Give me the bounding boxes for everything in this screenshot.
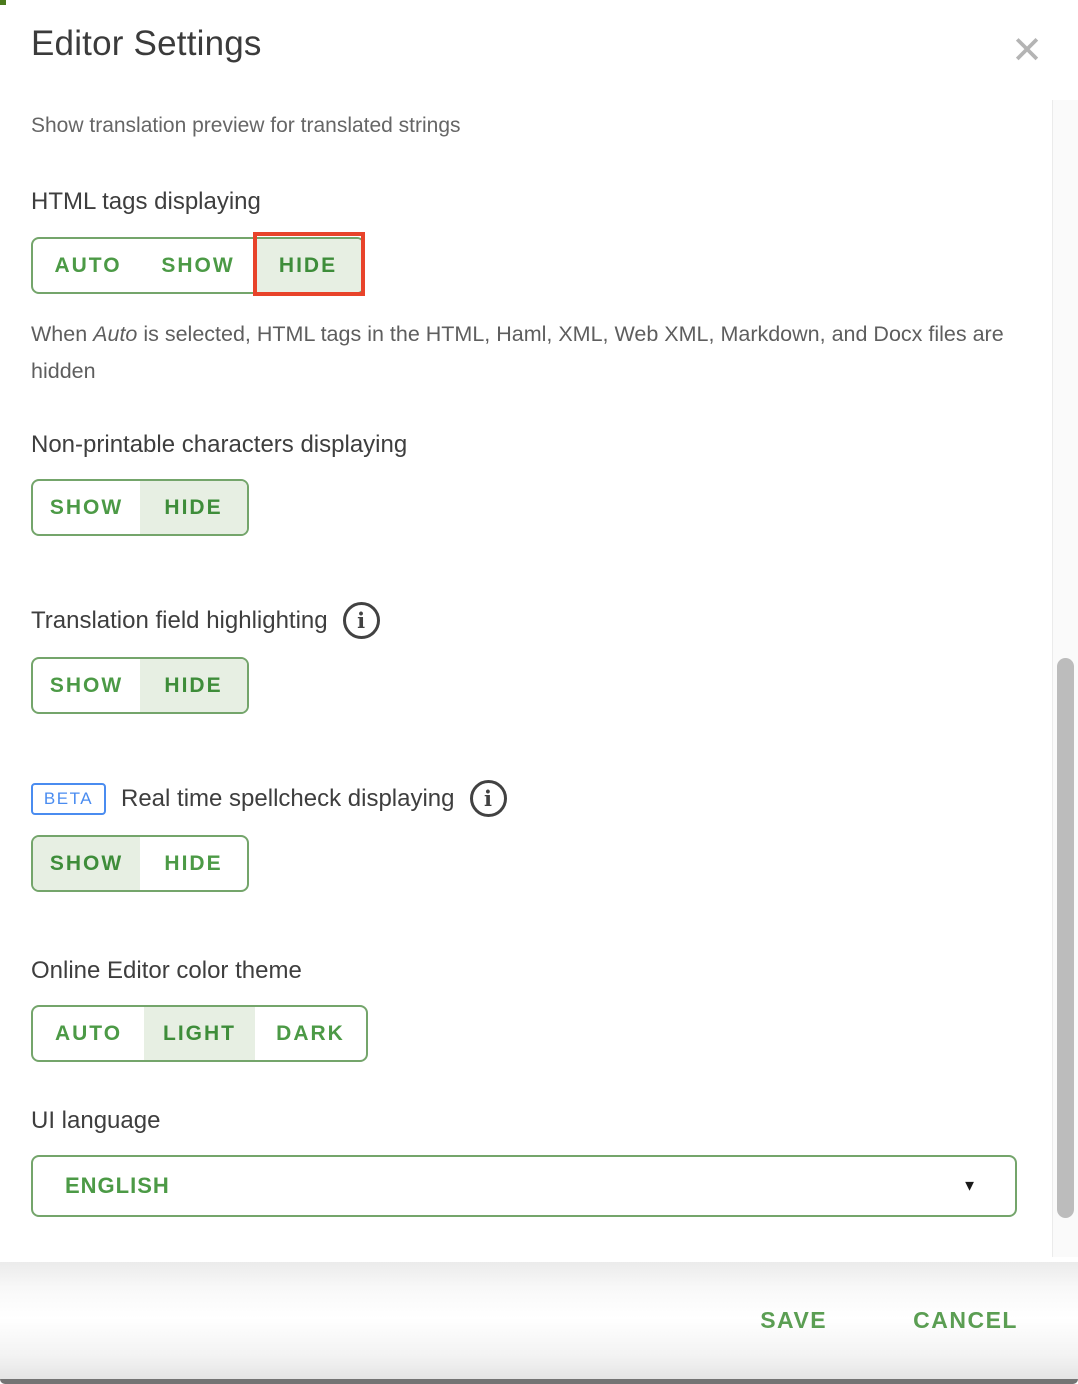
ui-language-dropdown[interactable]: ENGLISH ▼ <box>31 1155 1017 1217</box>
html-tags-help-text: When Auto is selected, HTML tags in the … <box>31 316 1016 390</box>
close-icon[interactable]: ✕ <box>1004 28 1050 74</box>
field-highlighting-label-row: Translation field highlighting i <box>31 602 380 639</box>
field-highlighting-option-show[interactable]: SHOW <box>33 659 140 712</box>
color-theme-option-light[interactable]: LIGHT <box>144 1007 255 1060</box>
spellcheck-info-icon[interactable]: i <box>470 780 507 817</box>
html-tags-label: HTML tags displaying <box>31 188 261 216</box>
spellcheck-option-show[interactable]: SHOW <box>33 837 140 890</box>
translation-preview-caption: Show translation preview for translated … <box>31 114 461 138</box>
dialog-bottom-edge <box>0 1379 1078 1384</box>
scrollbar-track[interactable] <box>1052 100 1078 1257</box>
html-tags-option-hide[interactable]: HIDE <box>253 239 363 292</box>
beta-badge: BETA <box>31 783 106 815</box>
spellcheck-segmented-control: SHOW HIDE <box>31 835 249 892</box>
non-printable-option-hide[interactable]: HIDE <box>140 481 247 534</box>
color-theme-option-dark[interactable]: DARK <box>255 1007 366 1060</box>
field-highlighting-label: Translation field highlighting <box>31 607 328 635</box>
non-printable-segmented-control: SHOW HIDE <box>31 479 249 536</box>
save-button[interactable]: SAVE <box>760 1307 827 1334</box>
non-printable-label: Non-printable characters displaying <box>31 431 407 459</box>
chevron-down-icon: ▼ <box>962 1178 977 1195</box>
html-tags-option-auto[interactable]: AUTO <box>33 239 143 292</box>
field-highlighting-segmented-control: SHOW HIDE <box>31 657 249 714</box>
help-text-prefix: When <box>31 322 93 346</box>
spellcheck-label-row: BETA Real time spellcheck displaying i <box>31 780 507 817</box>
dialog-footer: SAVE CANCEL <box>0 1262 1078 1379</box>
html-tags-option-show[interactable]: SHOW <box>143 239 253 292</box>
non-printable-option-show[interactable]: SHOW <box>33 481 140 534</box>
color-theme-option-auto[interactable]: AUTO <box>33 1007 144 1060</box>
screen-corner-artifact <box>0 0 6 5</box>
color-theme-segmented-control: AUTO LIGHT DARK <box>31 1005 368 1062</box>
field-highlighting-option-hide[interactable]: HIDE <box>140 659 247 712</box>
cancel-button[interactable]: CANCEL <box>913 1307 1018 1334</box>
spellcheck-label: Real time spellcheck displaying <box>121 785 455 813</box>
spellcheck-option-hide[interactable]: HIDE <box>140 837 247 890</box>
field-highlighting-info-icon[interactable]: i <box>343 602 380 639</box>
dialog-title: Editor Settings <box>31 24 262 64</box>
html-tags-segmented-control: AUTO SHOW HIDE <box>31 237 365 294</box>
editor-settings-dialog: Editor Settings ✕ Show translation previ… <box>0 0 1078 1384</box>
ui-language-value: ENGLISH <box>65 1173 170 1199</box>
scrollbar-thumb[interactable] <box>1057 658 1074 1218</box>
color-theme-label: Online Editor color theme <box>31 957 302 985</box>
ui-language-label: UI language <box>31 1107 160 1135</box>
help-text-auto-italic: Auto <box>93 322 137 346</box>
help-text-suffix: is selected, HTML tags in the HTML, Haml… <box>31 322 1004 383</box>
